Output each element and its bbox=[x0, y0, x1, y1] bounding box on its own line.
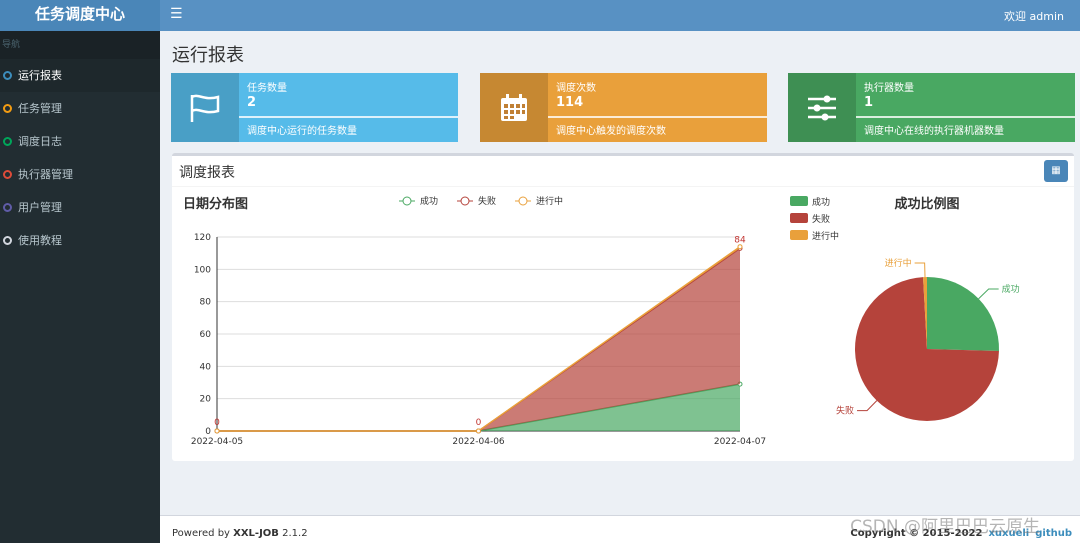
data-point bbox=[737, 244, 743, 250]
watermark: CSDN @阿里巴巴云原生 bbox=[850, 517, 1040, 537]
charts: 日期分布图 0 20 40 60 80 100 120 2022-04-05 2022-04-06… bbox=[183, 195, 1020, 447]
pie-label: 失败 bbox=[836, 405, 854, 417]
version: 2.1.2 bbox=[278, 528, 308, 539]
legend-label: 进行中 bbox=[812, 230, 839, 242]
y-tick-label: 0 bbox=[205, 427, 211, 437]
github-link[interactable]: github bbox=[1035, 528, 1072, 539]
label-line bbox=[978, 288, 999, 300]
y-tick-label: 100 bbox=[194, 265, 211, 275]
line-chart-title: 日期分布图 bbox=[183, 196, 248, 212]
label-line bbox=[914, 262, 926, 278]
legend-label: 失败 bbox=[812, 213, 830, 225]
data-label: 84 bbox=[734, 235, 746, 245]
legend-swatch bbox=[790, 213, 808, 223]
legend-marker bbox=[518, 196, 528, 206]
brand: XXL-JOB bbox=[233, 528, 279, 539]
legend-marker bbox=[460, 196, 470, 206]
data-point bbox=[476, 428, 481, 434]
y-tick-label: 40 bbox=[200, 362, 212, 372]
data-label: 0 bbox=[214, 418, 220, 428]
x-tick-label: 2022-04-07 bbox=[714, 437, 766, 447]
y-tick-label: 120 bbox=[194, 233, 211, 243]
legend-label: 失败 bbox=[478, 195, 496, 207]
legend-label: 成功 bbox=[812, 196, 830, 208]
legend-swatch bbox=[790, 196, 808, 206]
legend-label: 成功 bbox=[420, 195, 438, 207]
powered-text: Powered by bbox=[172, 528, 234, 539]
data-point bbox=[214, 428, 220, 434]
pie-label: 成功 bbox=[1002, 283, 1020, 295]
legend-marker bbox=[402, 196, 412, 206]
x-tick-label: 2022-04-06 bbox=[452, 437, 505, 447]
y-tick-label: 20 bbox=[200, 395, 212, 405]
data-label: 0 bbox=[476, 418, 482, 428]
legend-label: 进行中 bbox=[536, 195, 563, 207]
pie-slice-成功 bbox=[927, 277, 999, 351]
legend-swatch bbox=[790, 230, 808, 240]
pie-chart-title: 成功比例图 bbox=[894, 196, 959, 212]
y-tick-label: 80 bbox=[200, 298, 212, 308]
x-tick-label: 2022-04-05 bbox=[191, 437, 243, 447]
y-tick-label: 60 bbox=[200, 330, 212, 340]
pie-label: 进行中 bbox=[885, 257, 912, 269]
label-line bbox=[857, 400, 878, 412]
